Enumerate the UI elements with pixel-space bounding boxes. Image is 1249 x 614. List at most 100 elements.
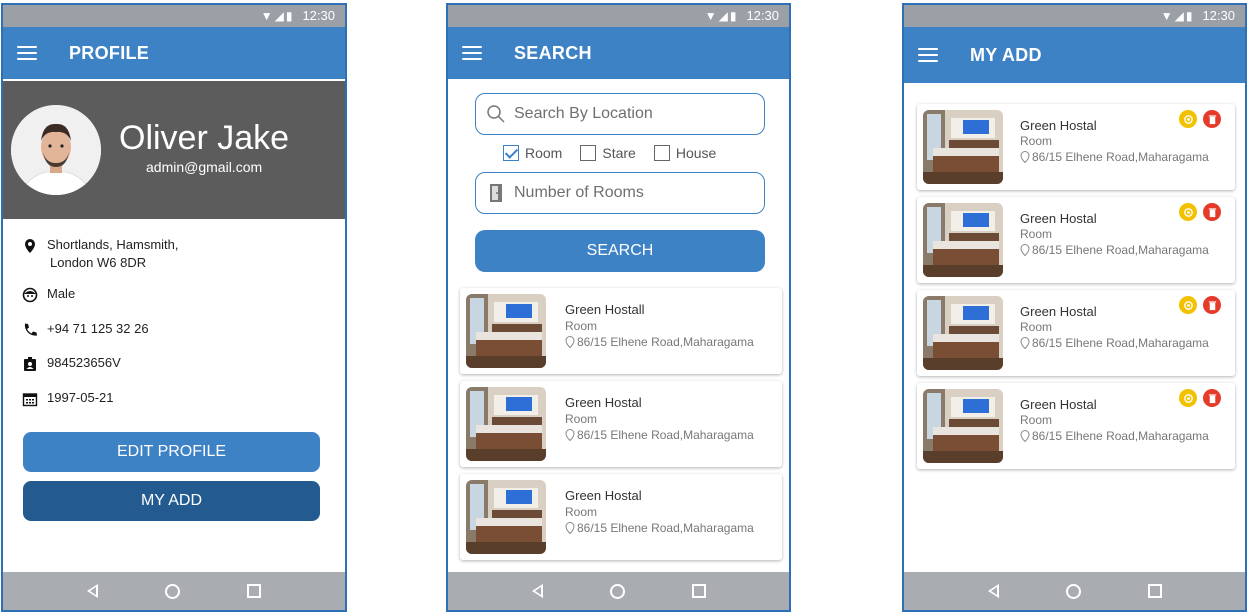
- house-checkbox[interactable]: [653, 145, 670, 161]
- location-pin-icon: [1020, 151, 1030, 163]
- stare-checkbox[interactable]: [580, 145, 597, 161]
- result-card[interactable]: Green Hostal Room 86/15 Elhene Road,Maha…: [460, 474, 782, 560]
- avatar[interactable]: [11, 105, 101, 195]
- system-nav-bar: [904, 572, 1245, 610]
- profile-screen: ▼◢▮ 12:30 PROFILE Oliver Jake admin@gmail…: [1, 3, 347, 612]
- result-title: Green Hostal: [565, 488, 642, 503]
- home-icon[interactable]: [1065, 583, 1081, 599]
- room-image: [923, 110, 1003, 184]
- home-icon[interactable]: [609, 583, 625, 599]
- filter-house[interactable]: House: [653, 145, 717, 161]
- profile-name: Oliver Jake: [119, 119, 290, 157]
- delete-icon[interactable]: [1203, 389, 1221, 407]
- page-title: SEARCH: [514, 42, 592, 63]
- address-line2: London W6 8DR: [50, 255, 147, 270]
- profile-header: Oliver Jake admin@gmail.com: [3, 81, 345, 219]
- result-address: 86/15 Elhene Road,Maharagama: [577, 428, 754, 442]
- signal-battery-icon: ▼◢▮: [704, 9, 739, 23]
- location-pin-icon: [1020, 337, 1030, 349]
- ad-type: Room: [1020, 413, 1053, 427]
- menu-icon[interactable]: [462, 46, 482, 60]
- status-time: 12:30: [746, 8, 779, 23]
- delete-icon[interactable]: [1203, 110, 1221, 128]
- result-title: Green Hostal: [565, 395, 642, 410]
- birthday-row: 1997-05-21: [21, 390, 114, 408]
- rooms-input[interactable]: Number of Rooms: [475, 172, 765, 214]
- result-address-row: 86/15 Elhene Road,Maharagama: [565, 428, 754, 442]
- search-icon: [484, 102, 508, 126]
- ad-title: Green Hostal: [1020, 211, 1097, 226]
- delete-icon[interactable]: [1203, 203, 1221, 221]
- menu-icon[interactable]: [17, 46, 37, 60]
- room-image: [923, 203, 1003, 277]
- page-title: PROFILE: [69, 42, 150, 63]
- recent-apps-icon[interactable]: [691, 584, 706, 598]
- back-icon[interactable]: [531, 584, 543, 598]
- search-button[interactable]: SEARCH: [475, 230, 765, 272]
- ad-address-row: 86/15 Elhene Road,Maharagama: [1020, 243, 1209, 257]
- ad-type: Room: [1020, 320, 1053, 334]
- phone-value: +94 71 125 32 26: [47, 321, 149, 336]
- recent-apps-icon[interactable]: [1147, 584, 1162, 598]
- edit-icon[interactable]: [1179, 389, 1197, 407]
- birthday-value: 1997-05-21: [47, 390, 114, 405]
- edit-icon[interactable]: [1179, 110, 1197, 128]
- result-address: 86/15 Elhene Road,Maharagama: [577, 335, 754, 349]
- my-ad-card[interactable]: Green Hostal Room 86/15 Elhene Road,Maha…: [917, 197, 1235, 283]
- ad-address: 86/15 Elhene Road,Maharagama: [1032, 243, 1209, 257]
- signal-battery-icon: ▼◢▮: [1160, 9, 1195, 23]
- room-image: [466, 480, 546, 554]
- stare-label: Stare: [602, 145, 636, 161]
- room-image: [923, 296, 1003, 370]
- edit-profile-button[interactable]: EDIT PROFILE: [23, 432, 320, 472]
- filter-room[interactable]: Room: [503, 145, 562, 161]
- back-icon[interactable]: [86, 584, 98, 598]
- ad-address: 86/15 Elhene Road,Maharagama: [1032, 429, 1209, 443]
- location-pin-icon: [565, 522, 575, 534]
- calendar-icon: [21, 390, 39, 408]
- room-image: [466, 294, 546, 368]
- delete-icon[interactable]: [1203, 296, 1221, 314]
- location-pin-icon: [1020, 430, 1030, 442]
- face-icon: [21, 286, 39, 304]
- result-card[interactable]: Green Hostall Room 86/15 Elhene Road,Mah…: [460, 288, 782, 374]
- ad-address: 86/15 Elhene Road,Maharagama: [1032, 336, 1209, 350]
- result-card[interactable]: Green Hostal Room 86/15 Elhene Road,Maha…: [460, 381, 782, 467]
- id-row: 984523656V: [21, 355, 121, 373]
- room-image: [466, 387, 546, 461]
- my-add-button[interactable]: MY ADD: [23, 481, 320, 521]
- result-address-row: 86/15 Elhene Road,Maharagama: [565, 335, 754, 349]
- ad-title: Green Hostal: [1020, 397, 1097, 412]
- my-ad-card[interactable]: Green Hostal Room 86/15 Elhene Road,Maha…: [917, 383, 1235, 469]
- recent-apps-icon[interactable]: [247, 584, 262, 598]
- app-bar: SEARCH: [448, 27, 789, 79]
- app-bar: MY ADD: [904, 27, 1245, 83]
- status-time: 12:30: [302, 8, 335, 23]
- app-bar: PROFILE: [3, 27, 345, 79]
- home-icon[interactable]: [164, 583, 180, 599]
- room-checkbox[interactable]: [503, 145, 519, 161]
- result-type: Room: [565, 505, 598, 519]
- ad-type: Room: [1020, 134, 1053, 148]
- room-image: [923, 389, 1003, 463]
- type-filters: Room Stare House: [503, 145, 734, 161]
- my-ad-card[interactable]: Green Hostal Room 86/15 Elhene Road,Maha…: [917, 104, 1235, 190]
- my-ad-card[interactable]: Green Hostal Room 86/15 Elhene Road,Maha…: [917, 290, 1235, 376]
- location-search-input[interactable]: Search By Location: [475, 93, 765, 135]
- menu-icon[interactable]: [918, 48, 938, 62]
- result-type: Room: [565, 319, 598, 333]
- page-title: MY ADD: [970, 44, 1042, 65]
- result-address-row: 86/15 Elhene Road,Maharagama: [565, 521, 754, 535]
- filter-stare[interactable]: Stare: [580, 145, 636, 161]
- status-time: 12:30: [1202, 8, 1235, 23]
- ad-address-row: 86/15 Elhene Road,Maharagama: [1020, 429, 1209, 443]
- edit-icon[interactable]: [1179, 296, 1197, 314]
- phone-row: +94 71 125 32 26: [21, 321, 149, 339]
- ad-address: 86/15 Elhene Road,Maharagama: [1032, 150, 1209, 164]
- edit-icon[interactable]: [1179, 203, 1197, 221]
- status-bar: ▼◢▮ 12:30: [448, 5, 789, 27]
- back-icon[interactable]: [987, 584, 999, 598]
- location-placeholder: Search By Location: [514, 105, 653, 122]
- house-label: House: [675, 145, 717, 161]
- address-row: Shortlands, Hamsmith, London W6 8DR: [21, 237, 179, 270]
